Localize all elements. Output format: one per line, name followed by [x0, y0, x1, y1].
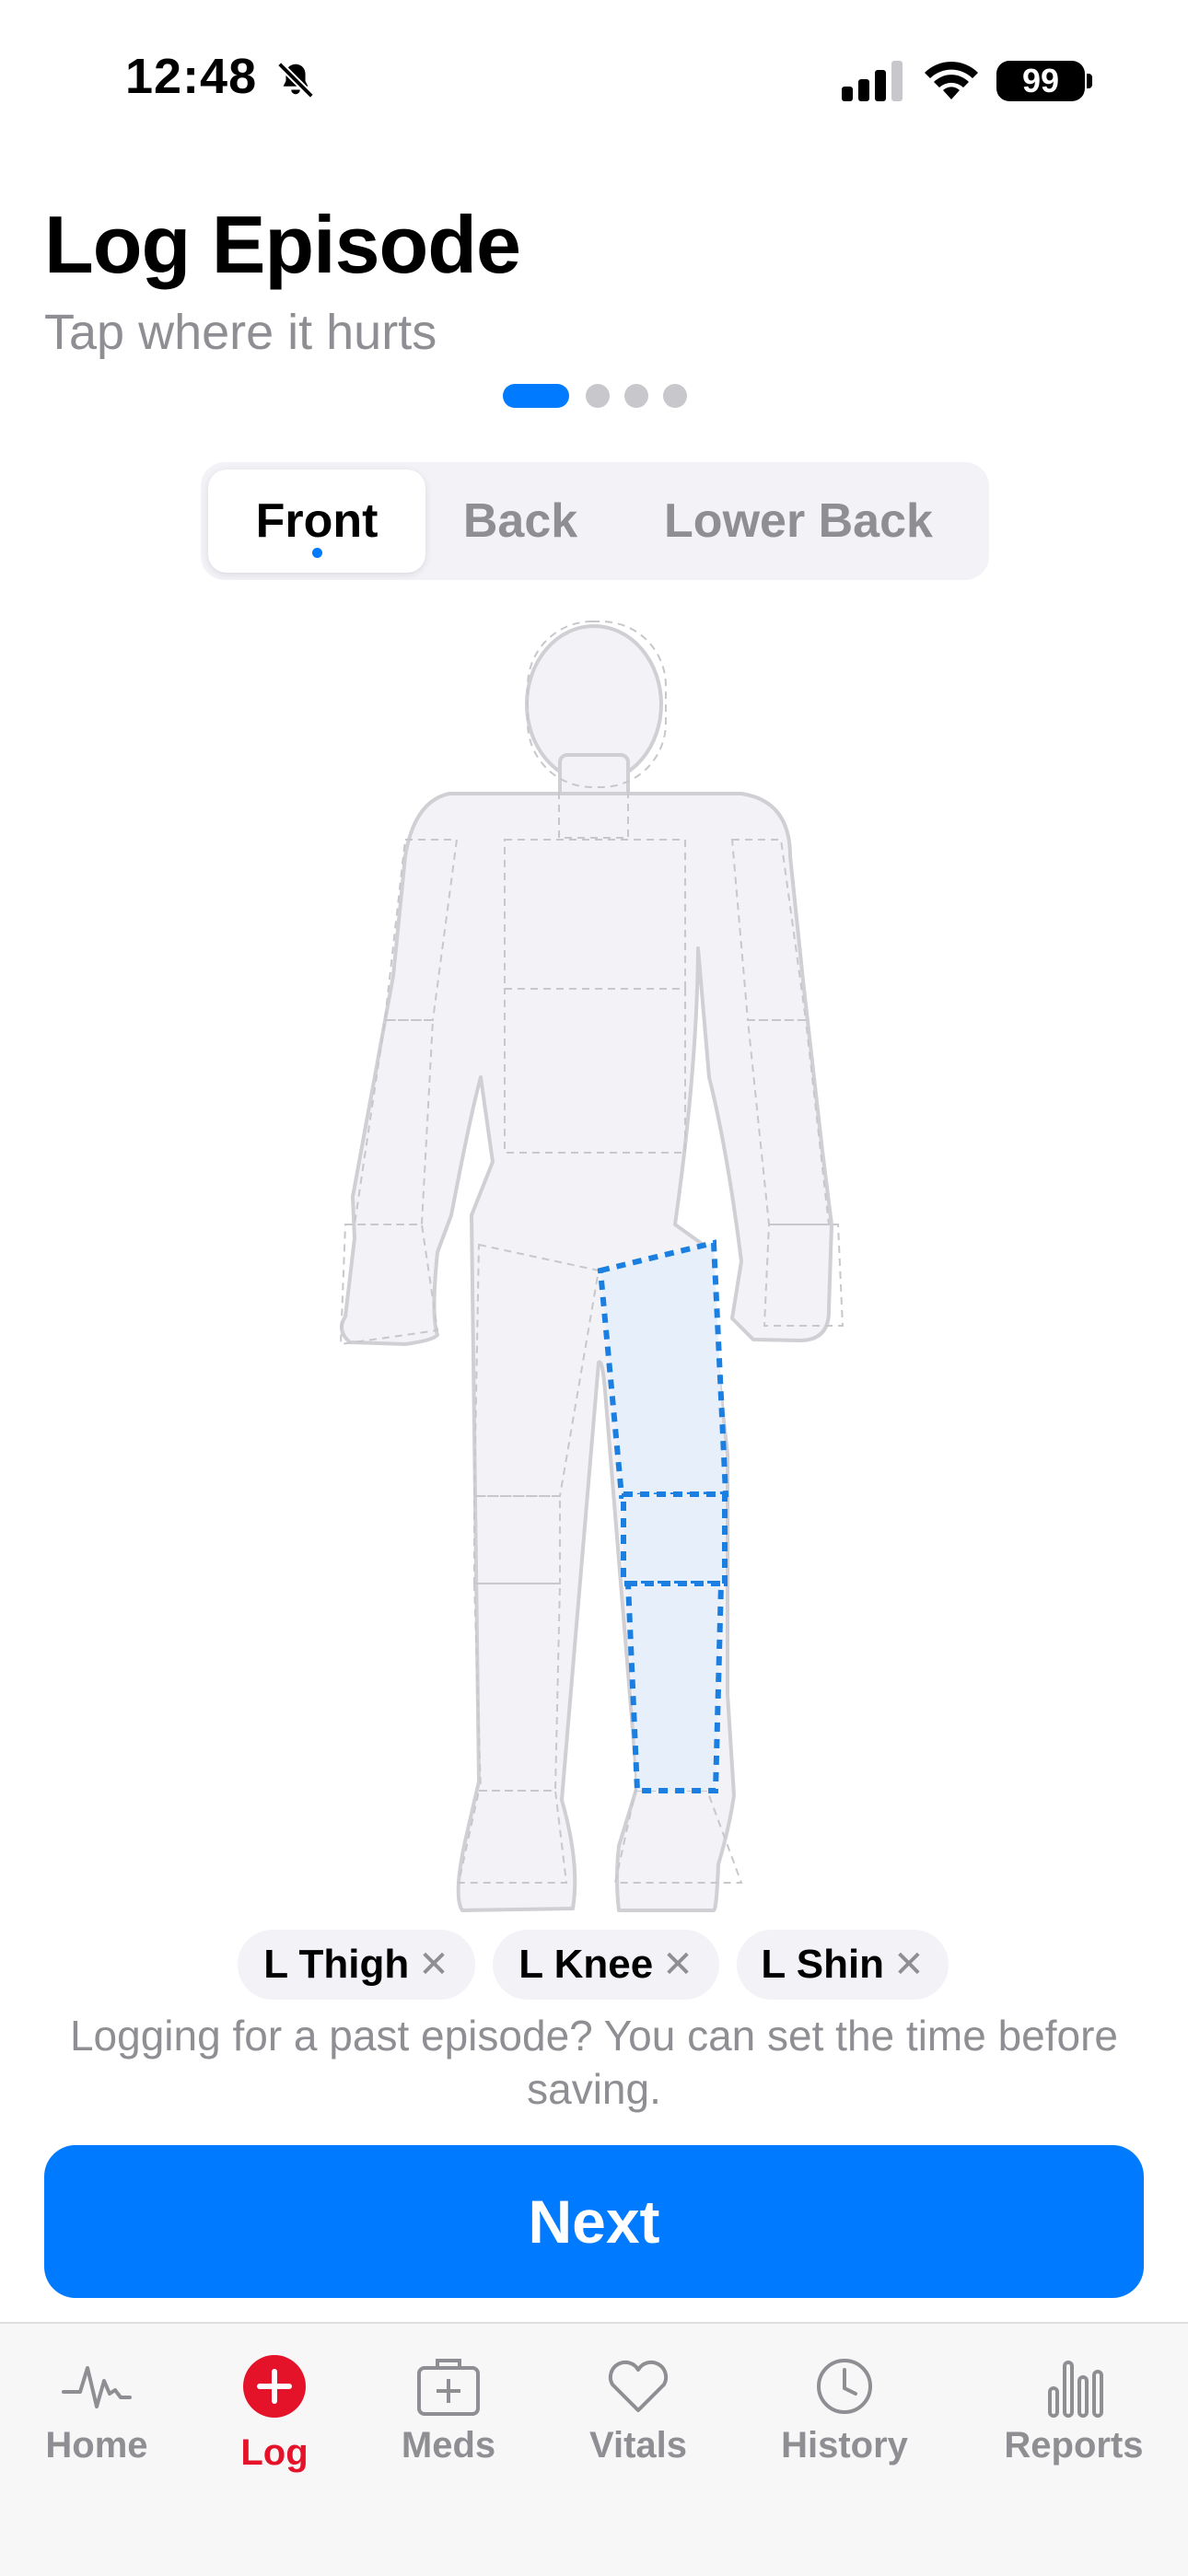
remove-icon[interactable]: ✕	[893, 1944, 925, 1986]
tab-label: History	[781, 2425, 908, 2466]
body-figure	[339, 621, 844, 1912]
wifi-icon	[921, 57, 982, 106]
remove-icon[interactable]: ✕	[418, 1944, 449, 1986]
tab-home[interactable]: Home	[0, 2324, 193, 2489]
pulse-icon	[62, 2366, 132, 2408]
step-dot	[586, 384, 610, 408]
tab-lower-back[interactable]: Lower Back	[615, 470, 982, 573]
tab-label: Meds	[401, 2425, 496, 2466]
chip-label: L Shin	[761, 1942, 885, 1987]
battery-cap	[1087, 74, 1092, 88]
status-bar: 12:48 99	[0, 0, 1188, 157]
tab-back-label: Back	[462, 494, 578, 548]
chip-l-knee[interactable]: L Knee ✕	[493, 1930, 719, 2000]
silent-bell-icon	[274, 59, 317, 106]
tab-label: Home	[45, 2425, 148, 2466]
cellular-signal-icon	[842, 61, 904, 106]
tab-bar: Home Log Meds Vitals History Reports	[0, 2322, 1188, 2576]
bar-chart-icon	[1048, 2361, 1103, 2418]
page-title: Log Episode	[44, 199, 521, 290]
body-view-segmented-control: Front Back Lower Back	[201, 462, 989, 580]
tab-reports[interactable]: Reports	[974, 2324, 1173, 2489]
chip-label: L Thigh	[263, 1942, 410, 1987]
region-l-shin[interactable]	[624, 1581, 725, 1793]
step-dot	[624, 384, 648, 408]
remove-icon[interactable]: ✕	[662, 1944, 693, 1986]
past-episode-hint: Logging for a past episode? You can set …	[69, 2012, 1119, 2113]
tab-label: Log	[240, 2432, 309, 2473]
plus-circle-icon	[243, 2355, 306, 2418]
selected-dot	[312, 548, 322, 558]
tab-meds[interactable]: Meds	[355, 2324, 542, 2489]
step-dot-active	[503, 384, 569, 408]
battery-indicator: 99	[996, 61, 1085, 101]
heart-icon	[608, 2360, 669, 2412]
tab-log[interactable]: Log	[193, 2324, 355, 2489]
tab-vitals[interactable]: Vitals	[542, 2324, 735, 2489]
page-subtitle: Tap where it hurts	[44, 305, 437, 360]
medkit-icon	[417, 2359, 480, 2416]
tab-lower-back-label: Lower Back	[664, 494, 933, 548]
chip-label: L Knee	[518, 1942, 654, 1987]
region-l-thigh[interactable]	[597, 1239, 729, 1500]
tab-front[interactable]: Front	[208, 470, 425, 573]
selected-region-chips: L Thigh ✕ L Knee ✕ L Shin ✕	[0, 1930, 1188, 2000]
chip-l-thigh[interactable]: L Thigh ✕	[238, 1930, 475, 2000]
step-dot	[663, 384, 687, 408]
status-time: 12:48	[125, 49, 258, 104]
next-button[interactable]: Next	[44, 2145, 1144, 2298]
clock-icon	[817, 2359, 872, 2414]
tab-label: Reports	[1004, 2425, 1144, 2466]
tab-back[interactable]: Back	[433, 470, 608, 573]
region-l-knee[interactable]	[621, 1491, 728, 1586]
tab-history[interactable]: History	[744, 2324, 945, 2489]
body-map	[0, 608, 1188, 1915]
chip-l-shin[interactable]: L Shin ✕	[737, 1930, 949, 2000]
tab-label: Vitals	[589, 2425, 687, 2466]
tab-front-label: Front	[255, 494, 379, 548]
